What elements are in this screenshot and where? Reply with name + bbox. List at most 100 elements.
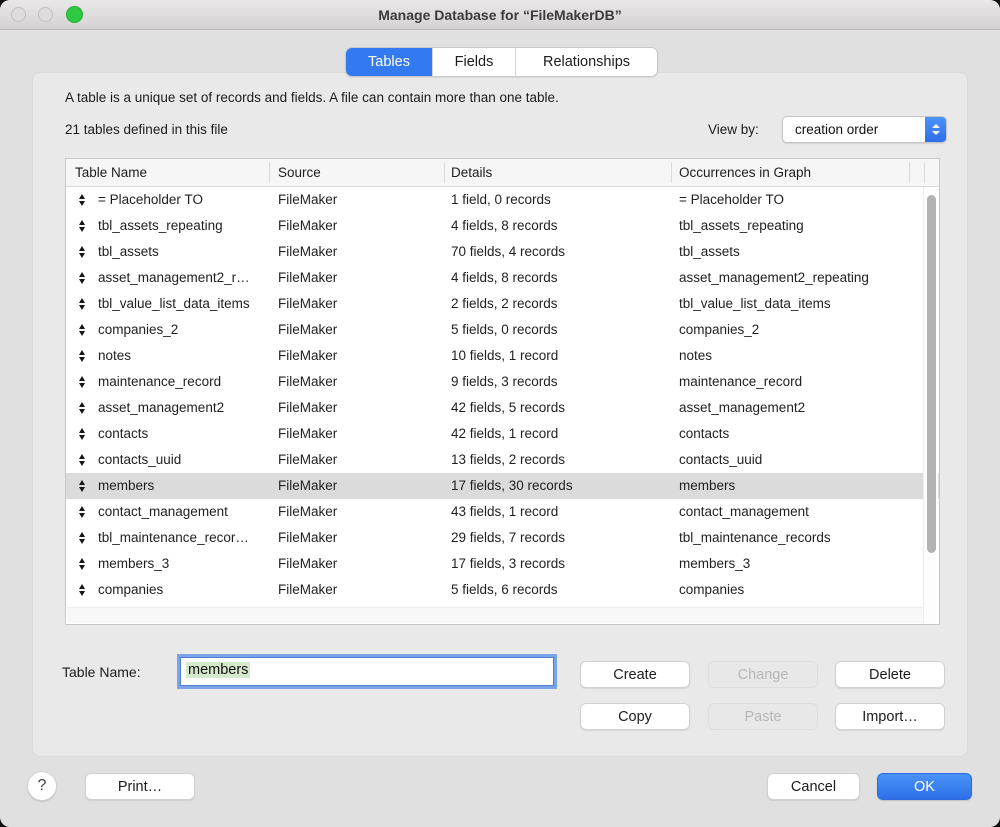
cell-occurrences: maintenance_record xyxy=(679,369,802,395)
horizontal-scroll-area[interactable] xyxy=(67,607,922,623)
cell-occurrences: contact_management xyxy=(679,499,809,525)
tab-tables[interactable]: Tables xyxy=(346,48,432,76)
cell-details: 9 fields, 3 records xyxy=(451,369,558,395)
tables-list: Table Name Source Details Occurrences in… xyxy=(65,158,940,625)
view-by-value: creation order xyxy=(795,117,878,142)
tab-relationships[interactable]: Relationships xyxy=(515,48,657,76)
cell-source: FileMaker xyxy=(278,265,337,291)
table-row[interactable]: companies_2FileMaker5 fields, 0 recordsc… xyxy=(66,317,939,343)
cell-name: contact_management xyxy=(98,499,228,525)
cell-name: tbl_assets_repeating xyxy=(98,213,223,239)
cell-details: 17 fields, 30 records xyxy=(451,473,573,499)
change-button: Change xyxy=(708,661,818,688)
reorder-handle-icon[interactable] xyxy=(75,395,89,421)
cell-source: FileMaker xyxy=(278,525,337,551)
cell-occurrences: notes xyxy=(679,343,712,369)
reorder-handle-icon[interactable] xyxy=(75,525,89,551)
cell-occurrences: companies_2 xyxy=(679,317,759,343)
column-divider[interactable] xyxy=(671,162,672,183)
cell-source: FileMaker xyxy=(278,187,337,213)
reorder-handle-icon[interactable] xyxy=(75,187,89,213)
reorder-handle-icon[interactable] xyxy=(75,369,89,395)
ok-button[interactable]: OK xyxy=(877,773,972,800)
tab-fields[interactable]: Fields xyxy=(432,48,515,76)
vertical-scrollbar[interactable] xyxy=(923,187,938,623)
table-row[interactable]: asset_management2 FileMaker 42 fields, 5 r… xyxy=(66,395,939,421)
table-row[interactable]: asset_management2_r…FileMaker4 fields, 8… xyxy=(66,265,939,291)
cell-source: FileMaker xyxy=(278,577,337,603)
cell-details: 43 fields, 1 record xyxy=(451,499,558,525)
cell-occurrences: members xyxy=(679,473,735,499)
cell-details: 10 fields, 1 record xyxy=(451,343,558,369)
cell-name: tbl_value_list_data_items xyxy=(98,291,250,317)
import-button[interactable]: Import… xyxy=(835,703,945,730)
cell-details: 5 fields, 6 records xyxy=(451,577,558,603)
reorder-handle-icon[interactable] xyxy=(75,551,89,577)
cell-details: 17 fields, 3 records xyxy=(451,551,565,577)
table-row[interactable]: contact_management FileMaker 43 fields, 1 … xyxy=(66,499,939,525)
table-row[interactable]: companiesFileMaker5 fields, 6 recordscom… xyxy=(66,577,939,603)
reorder-handle-icon[interactable] xyxy=(75,447,89,473)
reorder-handle-icon[interactable] xyxy=(75,499,89,525)
delete-button[interactable]: Delete xyxy=(835,661,945,688)
column-header-details[interactable]: Details xyxy=(451,159,492,186)
table-row[interactable]: contactsFileMaker42 fields, 1 recordcont… xyxy=(66,421,939,447)
cell-source: FileMaker xyxy=(278,239,337,265)
print-button[interactable]: Print… xyxy=(85,773,195,800)
cell-name: asset_management2 xyxy=(98,395,224,421)
cell-source: FileMaker xyxy=(278,317,337,343)
cell-name: companies_2 xyxy=(98,317,178,343)
table-name-input[interactable]: members xyxy=(180,657,554,686)
column-divider[interactable] xyxy=(269,162,270,183)
table-row[interactable]: membersFileMaker17 fields, 30 recordsmem… xyxy=(66,473,939,499)
cell-details: 70 fields, 4 records xyxy=(451,239,565,265)
reorder-handle-icon[interactable] xyxy=(75,421,89,447)
cell-source: FileMaker xyxy=(278,421,337,447)
view-by-dropdown[interactable]: creation order xyxy=(782,116,947,143)
window-title: Manage Database for “FileMakerDB” xyxy=(0,0,1000,30)
cell-source: FileMaker xyxy=(278,395,337,421)
scrollbar-thumb[interactable] xyxy=(927,195,936,553)
cell-details: 42 fields, 5 records xyxy=(451,395,565,421)
table-row[interactable]: contacts_uuidFileMaker13 fields, 2 recor… xyxy=(66,447,939,473)
table-name-label: Table Name: xyxy=(62,664,141,680)
cell-occurrences: members_3 xyxy=(679,551,750,577)
table-row[interactable]: = Placeholder TOFileMaker1 field, 0 reco… xyxy=(66,187,939,213)
cell-source: FileMaker xyxy=(278,369,337,395)
table-row[interactable]: maintenance_record FileMaker 9 fields, 3 r… xyxy=(66,369,939,395)
manage-database-dialog: Manage Database for “FileMakerDB” Tables… xyxy=(0,0,1000,827)
create-button[interactable]: Create xyxy=(580,661,690,688)
table-row[interactable]: notesFileMaker10 fields, 1 recordnotes xyxy=(66,343,939,369)
table-row[interactable]: tbl_assetsFileMaker70 fields, 4 recordst… xyxy=(66,239,939,265)
column-divider[interactable] xyxy=(909,162,910,183)
cell-details: 29 fields, 7 records xyxy=(451,525,565,551)
table-row[interactable]: tbl_maintenance_recor…FileMaker29 fields… xyxy=(66,525,939,551)
copy-button[interactable]: Copy xyxy=(580,703,690,730)
reorder-handle-icon[interactable] xyxy=(75,343,89,369)
column-header-source[interactable]: Source xyxy=(278,159,321,186)
help-button[interactable]: ? xyxy=(27,771,57,801)
reorder-handle-icon[interactable] xyxy=(75,291,89,317)
column-divider[interactable] xyxy=(444,162,445,183)
cell-source: FileMaker xyxy=(278,447,337,473)
cell-name: contacts_uuid xyxy=(98,447,181,473)
table-row[interactable]: tbl_assets_repeatingFileMaker4 fields, 8… xyxy=(66,213,939,239)
cell-occurrences: asset_management2 xyxy=(679,395,805,421)
cell-source: FileMaker xyxy=(278,499,337,525)
cell-source: FileMaker xyxy=(278,343,337,369)
column-header-table-name[interactable]: Table Name xyxy=(75,159,147,186)
table-row[interactable]: tbl_value_list_data_itemsFileMaker2 fiel… xyxy=(66,291,939,317)
reorder-handle-icon[interactable] xyxy=(75,577,89,603)
cell-name: maintenance_record xyxy=(98,369,221,395)
reorder-handle-icon[interactable] xyxy=(75,239,89,265)
reorder-handle-icon[interactable] xyxy=(75,213,89,239)
reorder-handle-icon[interactable] xyxy=(75,317,89,343)
reorder-handle-icon[interactable] xyxy=(75,473,89,499)
column-header-occurrences[interactable]: Occurrences in Graph xyxy=(679,159,811,186)
reorder-handle-icon[interactable] xyxy=(75,265,89,291)
table-row[interactable]: members_3FileMaker17 fields, 3 recordsme… xyxy=(66,551,939,577)
cell-occurrences: tbl_assets_repeating xyxy=(679,213,804,239)
cell-details: 42 fields, 1 record xyxy=(451,421,558,447)
title-bar[interactable]: Manage Database for “FileMakerDB” xyxy=(0,0,1000,30)
cancel-button[interactable]: Cancel xyxy=(767,773,860,800)
